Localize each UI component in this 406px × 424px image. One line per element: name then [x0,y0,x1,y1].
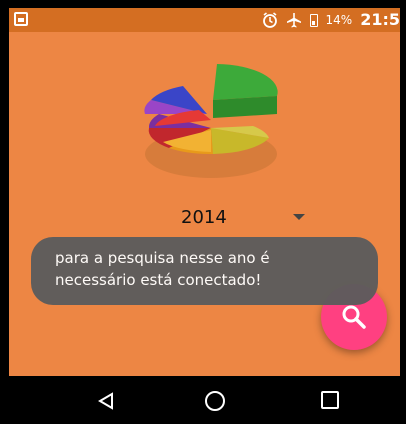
year-dropdown[interactable]: 2014 [181,201,331,233]
app-screen: 14% 21:5 2014 para a pesquisa nesse ano … [9,8,400,424]
airplane-mode-icon [286,13,301,28]
status-right-group: 14% 21:5 [262,8,400,32]
battery-level: 14% [325,13,353,27]
toast-message: para a pesquisa nesse ano é necessário e… [31,237,378,305]
dropdown-arrow-icon [293,214,305,220]
back-icon[interactable] [97,392,115,410]
recent-apps-icon[interactable] [321,391,339,409]
navigation-bar [9,376,400,424]
alarm-icon [262,12,277,28]
image-icon [14,12,28,26]
year-dropdown-value: 2014 [181,206,227,228]
status-bar: 14% 21:5 [9,8,400,32]
search-icon [342,305,366,329]
clock: 21:5 [360,10,400,29]
home-icon[interactable] [205,391,225,411]
pie-chart-logo [144,64,278,178]
battery-icon [309,13,318,27]
